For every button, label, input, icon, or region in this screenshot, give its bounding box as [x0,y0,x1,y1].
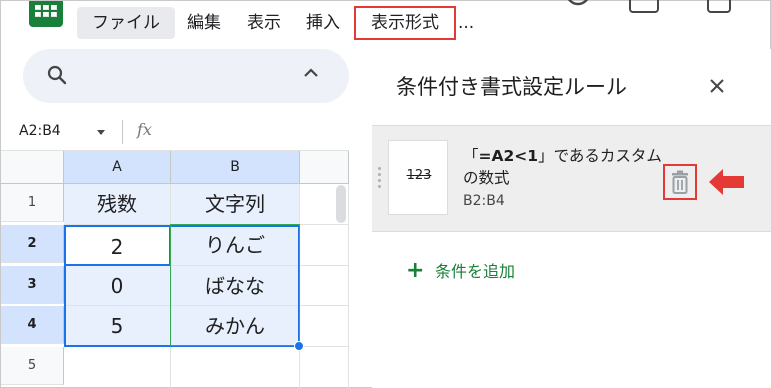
sheets-logo-icon[interactable] [29,1,63,27]
select-all-corner[interactable] [1,151,64,184]
app-frame: ファイル 編集 表示 挿入 表示形式 ... A2:B4 fx A B 1 2 … [0,0,771,388]
comment-icon[interactable] [629,0,659,13]
video-call-icon[interactable] [707,0,731,13]
trash-icon[interactable] [670,170,690,194]
cell-c3[interactable] [300,266,349,306]
menu-format[interactable]: 表示形式 [354,6,456,40]
preview-sample-text: 123 [406,168,432,183]
row-header-3[interactable]: 3 [1,266,64,304]
cell-c4[interactable] [300,306,349,347]
cell-a1[interactable]: 残数 [64,184,171,225]
row-header-5[interactable]: 5 [1,347,64,385]
menu-more[interactable]: ... [458,7,474,39]
cell-a4[interactable]: 5 [64,306,171,347]
close-icon[interactable] [708,77,726,95]
cell-c2[interactable] [300,225,349,266]
rule-formula: =A2<1 [478,147,539,165]
add-rule-label: 条件を追加 [435,262,516,281]
menu-edit[interactable]: 編集 [187,7,221,39]
format-preview: 123 [388,140,448,215]
menu-view[interactable]: 表示 [247,7,281,39]
cell-c5[interactable] [300,347,349,388]
row-header-2[interactable]: 2 [1,225,64,263]
vertical-scrollbar[interactable] [336,185,346,223]
panel-title: 条件付き書式設定ルール [396,75,627,99]
column-header-b[interactable]: B [171,151,300,184]
active-cell-border [64,225,171,266]
menu-file[interactable]: ファイル [77,7,175,39]
cell-a3[interactable]: 0 [64,266,171,306]
rule-description: 「=A2<1」であるカスタムの数式 [463,145,663,189]
plus-icon: + [406,258,425,283]
column-header-c[interactable] [300,151,349,184]
cell-b5[interactable] [171,347,300,388]
formula-bar-divider [122,120,123,144]
drag-handle-icon[interactable] [378,167,384,189]
chevron-down-icon[interactable] [97,130,105,135]
search-icon[interactable] [47,65,67,85]
fx-icon: fx [137,120,152,139]
history-icon[interactable] [563,0,593,15]
cell-a5[interactable] [64,347,171,388]
conditional-format-range-outline [170,224,300,346]
menu-insert[interactable]: 挿入 [306,7,340,39]
chevron-up-icon[interactable] [301,66,321,80]
column-header-a[interactable]: A [64,151,171,184]
pointer-arrow-icon [709,169,744,195]
name-box[interactable]: A2:B4 [19,123,61,139]
row-header-1[interactable]: 1 [1,184,64,222]
rule-range: B2:B4 [463,193,505,209]
rule-desc-prefix: 「 [463,147,479,165]
cell-b1[interactable]: 文字列 [171,184,300,225]
delete-rule-button[interactable] [663,164,697,200]
row-header-4[interactable]: 4 [1,306,64,344]
fill-handle[interactable] [294,341,304,351]
